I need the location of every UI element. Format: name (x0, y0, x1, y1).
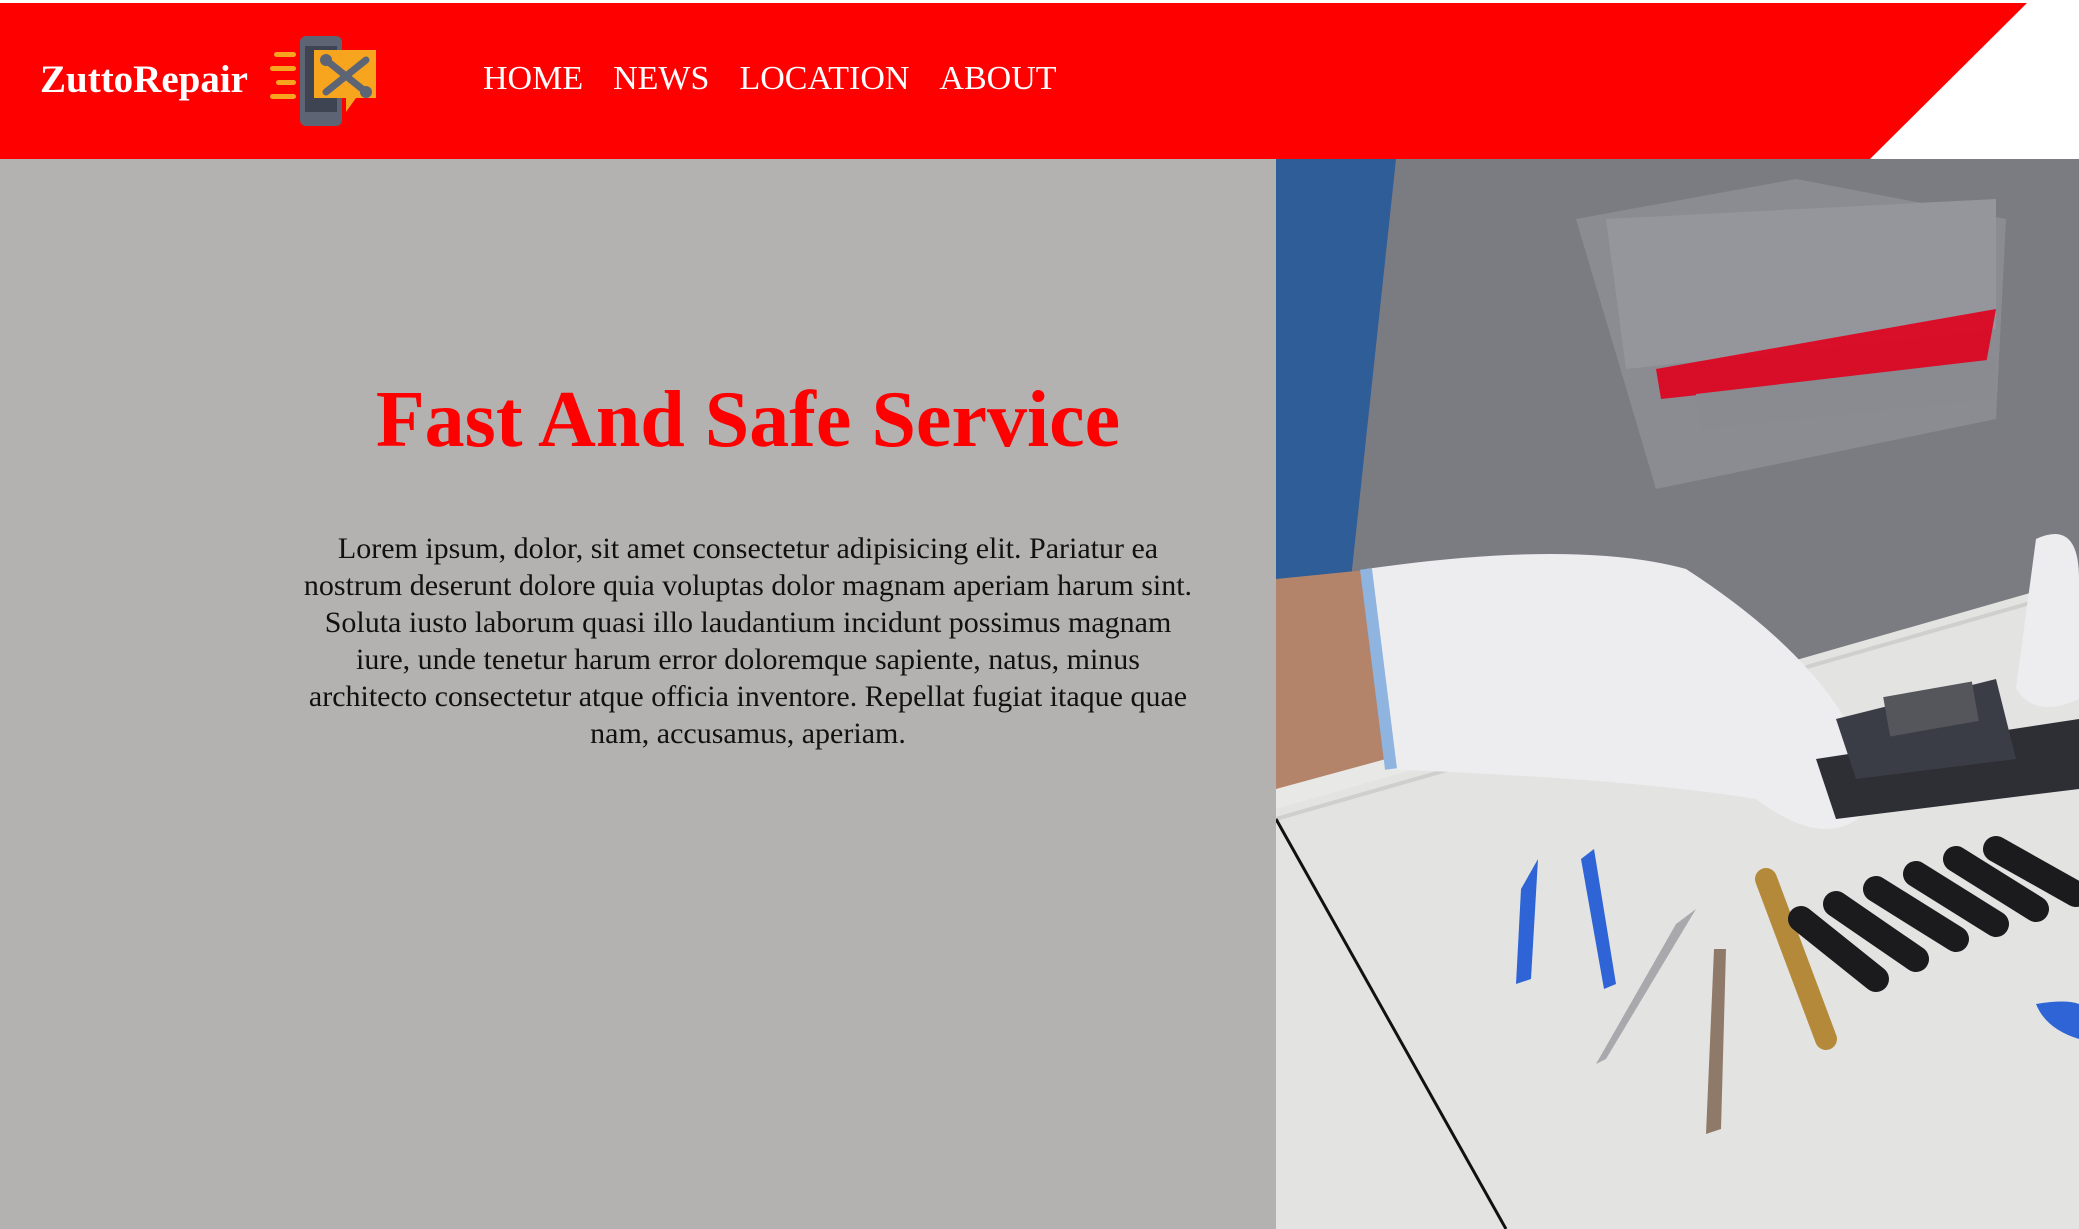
header-top-border (0, 0, 2079, 3)
nav-home[interactable]: HOME (483, 56, 583, 102)
nav-about[interactable]: ABOUT (939, 56, 1056, 102)
nav-news[interactable]: NEWS (613, 56, 709, 102)
technician-repairing-phone-photo (1276, 159, 2079, 1229)
main-nav: HOME NEWS LOCATION ABOUT (483, 56, 1057, 102)
nav-location[interactable]: LOCATION (739, 56, 909, 102)
hero-description: Lorem ipsum, dolor, sit amet consectetur… (303, 532, 1193, 750)
brand-name[interactable]: ZuttoRepair (40, 56, 248, 104)
hero-title: Fast And Safe Service (375, 376, 1121, 464)
phone-repair-tools-icon[interactable] (270, 30, 380, 130)
